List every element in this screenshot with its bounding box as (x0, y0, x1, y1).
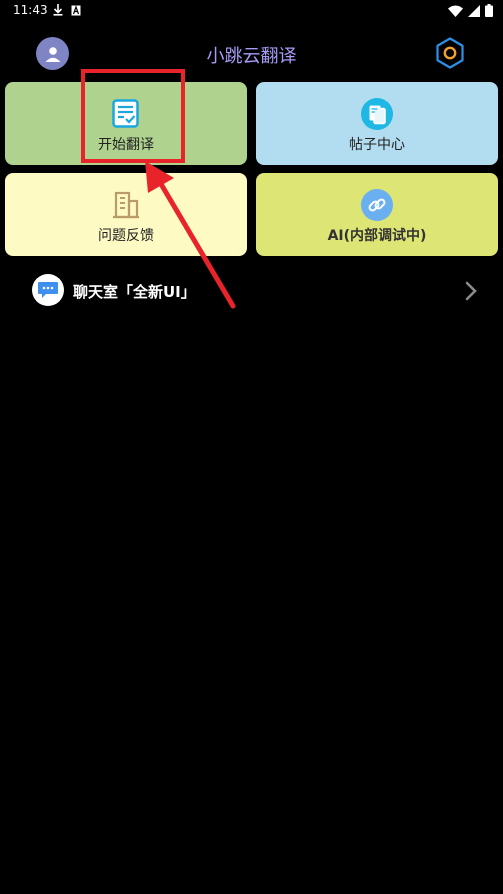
chat-room-row[interactable]: 聊天室「全新UI」 (0, 270, 503, 312)
a-letter-icon (71, 4, 81, 15)
tile-icon (361, 189, 393, 221)
chat-icon-wrap (32, 274, 64, 306)
ai-button[interactable]: AI(内部调试中) (256, 173, 498, 256)
signal-icon (468, 4, 480, 17)
chat-bubble-icon (38, 282, 58, 298)
chevron-right-icon (465, 281, 477, 301)
tile-label: AI(内部调试中) (327, 228, 427, 244)
status-time: 11:43 (13, 3, 48, 17)
link-icon (361, 189, 393, 221)
tile-label: 帖子中心 (349, 137, 405, 153)
app-header: 小跳云翻译 (0, 30, 503, 76)
tile-icon (110, 98, 142, 130)
tile-icon (361, 98, 393, 130)
battery-icon (485, 4, 493, 17)
start-translate-button[interactable]: 开始翻译 (5, 82, 247, 165)
tile-icon (110, 189, 142, 221)
chat-room-label: 聊天室「全新UI」 (73, 283, 196, 301)
status-right-icons (448, 4, 493, 17)
pages-icon (361, 98, 393, 130)
wifi-icon (448, 5, 463, 17)
status-left-icons (53, 4, 81, 16)
document-check-icon (112, 99, 139, 128)
download-icon (53, 4, 63, 16)
tile-label: 问题反馈 (98, 228, 154, 244)
gear-icon (436, 37, 464, 69)
building-icon (113, 191, 139, 219)
app-title: 小跳云翻译 (206, 46, 297, 67)
post-center-button[interactable]: 帖子中心 (256, 82, 498, 165)
status-bar: 11:43 (0, 0, 503, 22)
settings-button[interactable] (432, 35, 468, 71)
tile-label: 开始翻译 (98, 137, 154, 153)
feedback-button[interactable]: 问题反馈 (5, 173, 247, 256)
